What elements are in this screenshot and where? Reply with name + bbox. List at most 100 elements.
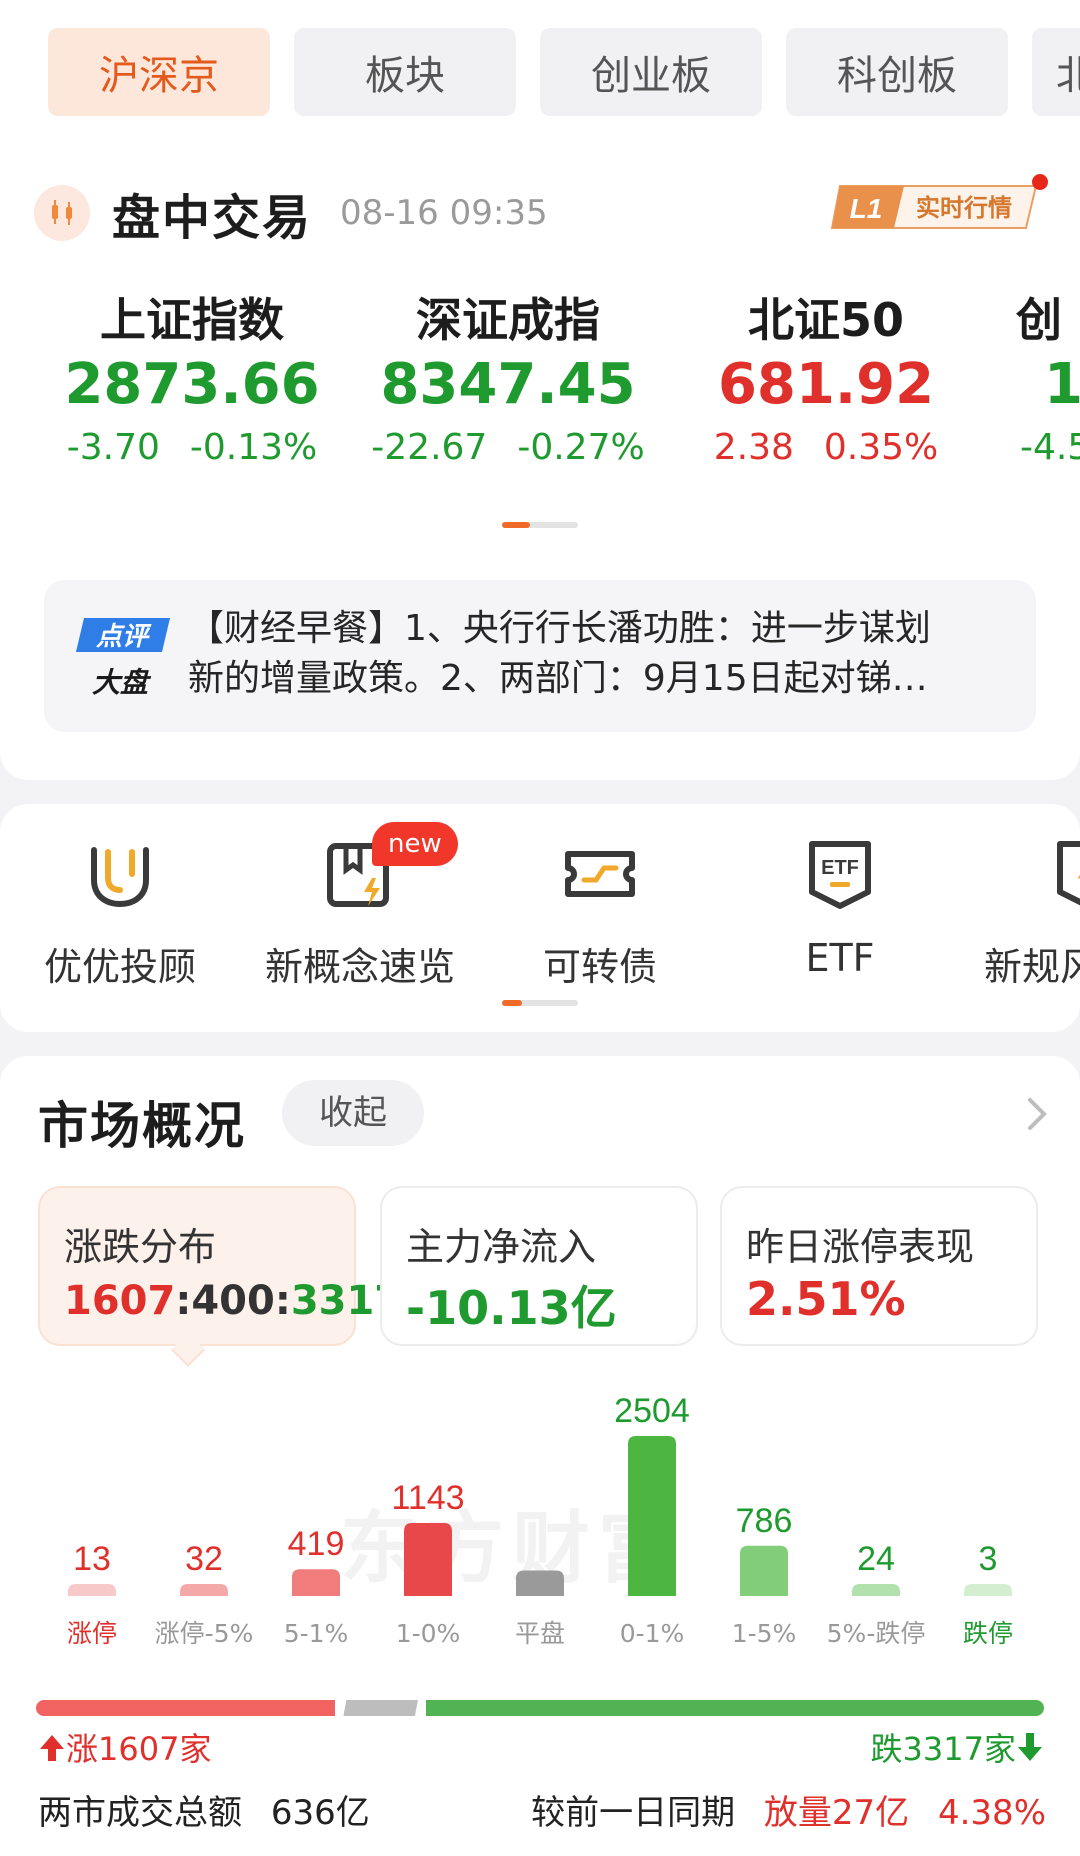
index-change-pct: -0.13% <box>189 427 318 468</box>
bar-2 <box>292 1569 340 1596</box>
bar-6 <box>740 1545 788 1596</box>
index-change-abs: -3.70 <box>66 427 160 468</box>
tool-convertible-bond[interactable]: 可转债 <box>480 834 720 991</box>
logo-text-bottom: 大盘 <box>92 666 152 699</box>
bar-category-label: 5%-跌停 <box>827 1619 926 1648</box>
market-tabs-bar: 沪深京 板块 创业板 科创板 北 <box>0 0 1080 140</box>
tool-new-rule-partial[interactable]: 新规风 <box>980 834 1080 991</box>
turnover-label: 两市成交总额 <box>38 1793 242 1833</box>
index-change: -4.5 <box>1020 420 1080 476</box>
convertible-bond-icon <box>560 834 640 914</box>
turnover-value: 636亿 <box>270 1793 370 1833</box>
index-pager <box>502 522 578 528</box>
index-card-sse[interactable]: 上证指数 2873.66 -3.70 -0.13% <box>32 290 352 476</box>
stat-label: 主力净流入 <box>406 1225 597 1269</box>
market-status-title: 盘中交易 <box>112 190 313 246</box>
bar-value-label: 32 <box>185 1540 223 1578</box>
market-card: 盘中交易 08-16 09:35 L1 实时行情 上证指数 2873.66 -3… <box>0 140 1080 780</box>
compare-label: 较前一日同期 <box>531 1793 736 1833</box>
bar-category-label: 跌停 <box>963 1619 1013 1648</box>
tab-hushenjing[interactable]: 沪深京 <box>48 28 270 116</box>
index-value: 1 <box>1044 352 1080 417</box>
up-count: 1607 <box>64 1278 176 1324</box>
stat-yesterday-limit-up[interactable]: 昨日涨停表现 2.51% <box>720 1186 1038 1346</box>
bar-value-label: 13 <box>73 1540 111 1578</box>
bar-8 <box>964 1584 1012 1596</box>
arrow-up-icon <box>40 1735 64 1761</box>
distribution-chart: 13 涨停 32 涨停-5% 419 5-1% 1143 1-0% 平盘 2504 0-1% 786 1… <box>67 1392 1013 1648</box>
news-banner[interactable]: 点评 大盘 【财经早餐】1、央行行长潘功胜：进一步谋划 新的增量政策。2、两部门… <box>44 580 1036 732</box>
tool-etf[interactable]: ETF ETF <box>720 834 960 980</box>
turnover-row: 两市成交总额 636亿 较前一日同期 放量27亿 4.38% <box>38 1788 1046 1838</box>
tool-youyou-advisor[interactable]: 优优投顾 <box>0 834 240 991</box>
stat-label: 涨跌分布 <box>64 1225 217 1269</box>
stat-label: 昨日涨停表现 <box>746 1225 975 1269</box>
tools-card: 优优投顾 新概念速览 new 可转债 ETF ETF 新规风 <box>0 804 1080 1032</box>
news-line-1: 【财经早餐】1、央行行长潘功胜：进一步谋划 <box>188 608 931 649</box>
collapse-button[interactable]: 收起 <box>282 1080 424 1146</box>
index-change-abs: -4.5 <box>1020 427 1080 468</box>
tab-beijing[interactable]: 北 <box>1032 28 1080 116</box>
bar-value-label: 786 <box>736 1502 793 1540</box>
app-screen: 沪深京 板块 创业板 科创板 北 盘中交易 08-16 09:35 L1 实时行… <box>0 0 1080 1856</box>
up-down-ratio-bar <box>36 1700 1044 1716</box>
realtime-quote-badge[interactable]: L1 实时行情 <box>830 182 1042 232</box>
index-card-bse50[interactable]: 北证50 681.92 2.38 0.35% <box>666 290 986 476</box>
index-change-abs: 2.38 <box>713 427 794 468</box>
bar-value-label: 3 <box>979 1540 998 1578</box>
bar-category-label: 5-1% <box>284 1619 349 1648</box>
index-value: 8347.45 <box>380 352 636 417</box>
bar-value-label: 1143 <box>391 1479 464 1517</box>
stat-value: 1607:400:3317 <box>64 1278 403 1324</box>
ratio-up-segment <box>36 1700 336 1716</box>
bar-category-label: 1-0% <box>396 1619 461 1648</box>
arrow-down-icon <box>1018 1733 1042 1761</box>
ratio-down-segment <box>425 1700 1044 1716</box>
tab-sector[interactable]: 板块 <box>294 28 516 116</box>
bar-value-label: 24 <box>857 1540 895 1578</box>
bar-3 <box>404 1522 452 1596</box>
logo-text-top: 点评 <box>95 622 152 652</box>
market-header: 盘中交易 08-16 09:35 <box>34 178 548 248</box>
bar-0 <box>68 1584 116 1596</box>
flat-count: 400 <box>191 1278 275 1324</box>
candlestick-icon <box>34 185 90 241</box>
up-count-label: 涨1607家 <box>38 1724 211 1770</box>
market-tabs: 沪深京 板块 创业板 科创板 北 <box>48 28 1080 116</box>
index-card-chinext-partial[interactable]: 创 1 -4.5 <box>1016 290 1080 476</box>
tools-pager <box>502 1000 578 1006</box>
etf-shield-icon: ETF <box>800 834 880 914</box>
u-logo-icon <box>80 834 160 914</box>
bar-category-label: 平盘 <box>515 1619 565 1648</box>
index-change-pct: 0.35% <box>823 427 939 468</box>
bar-category-label: 1-5% <box>732 1619 797 1648</box>
turnover-compare: 较前一日同期 放量27亿 4.38% <box>531 1788 1046 1838</box>
notification-dot <box>1032 174 1048 190</box>
tool-label: ETF <box>805 936 875 980</box>
bar-1 <box>180 1584 228 1596</box>
news-line-2: 新的增量政策。2、两部门：9月15日起对锑… <box>188 658 928 699</box>
index-change: -3.70 -0.13% <box>32 420 352 476</box>
index-name: 上证指数 <box>100 293 284 347</box>
stat-value: 2.51% <box>746 1272 906 1326</box>
index-carousel: 上证指数 2873.66 -3.70 -0.13% 深证成指 8347.45 -2… <box>0 290 1080 470</box>
tool-label: 新概念速览 <box>264 945 455 989</box>
realtime-label: 实时行情 <box>916 194 1012 222</box>
down-count-label: 跌3317家 <box>871 1724 1044 1770</box>
market-overview-card: 市场概况 收起 涨跌分布 1607:400:3317 主力净流入 -10.13亿… <box>0 1056 1080 1856</box>
index-name: 创 <box>1016 293 1062 347</box>
bar-7 <box>852 1584 900 1596</box>
tool-label: 新规风 <box>984 945 1080 989</box>
market-timestamp: 08-16 09:35 <box>340 193 548 233</box>
stat-up-down-distribution[interactable]: 涨跌分布 1607:400:3317 <box>38 1186 402 1346</box>
chevron-right-icon[interactable] <box>1018 1096 1054 1132</box>
stat-value: -10.13亿 <box>406 1281 617 1335</box>
index-value: 2873.66 <box>64 352 320 417</box>
stat-main-net-inflow[interactable]: 主力净流入 -10.13亿 <box>380 1186 698 1346</box>
tab-star-market[interactable]: 科创板 <box>786 28 1008 116</box>
tab-chinext[interactable]: 创业板 <box>540 28 762 116</box>
market-comment-logo: 点评 大盘 <box>74 614 174 704</box>
index-card-szse[interactable]: 深证成指 8347.45 -22.67 -0.27% <box>348 290 668 476</box>
bar-4 <box>516 1570 564 1596</box>
svg-text:ETF: ETF <box>821 857 859 879</box>
